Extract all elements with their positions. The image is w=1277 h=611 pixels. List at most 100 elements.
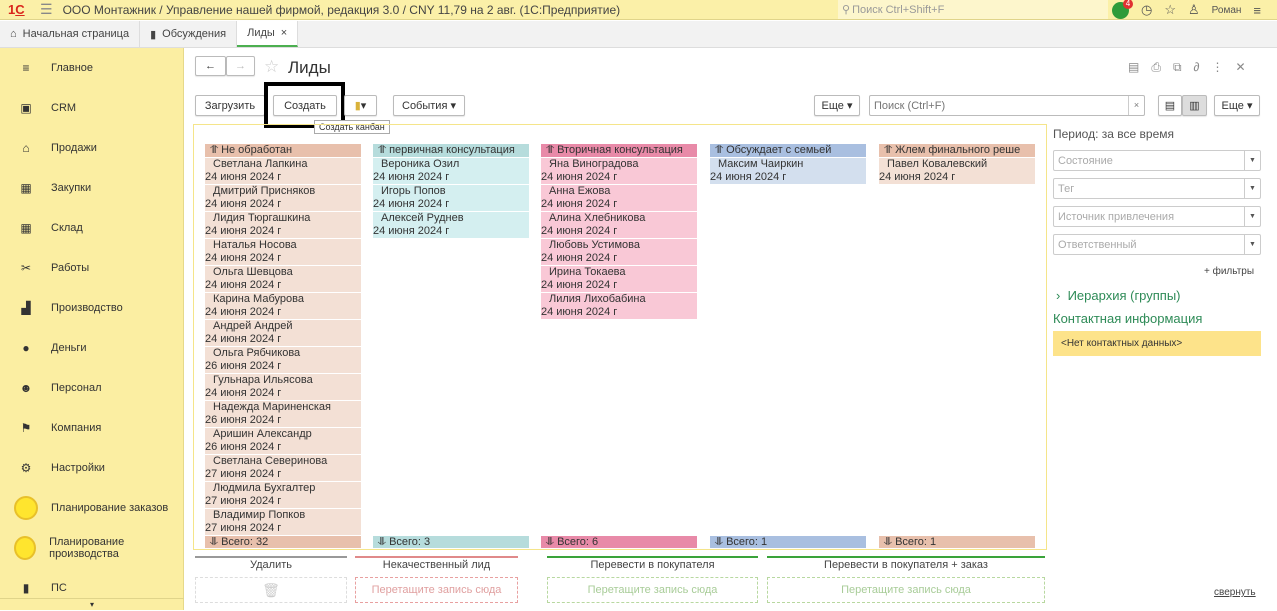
lead-card[interactable]: Павел Ковалевский 24 июня 2024 г — [879, 158, 1035, 184]
filter-field[interactable]: Ответственный ▼ — [1053, 234, 1261, 255]
favorites-star-icon[interactable]: ☆ — [1164, 2, 1176, 18]
lead-card[interactable]: Ольга Рябчикова 26 июня 2024 г — [205, 347, 361, 373]
dropdown-arrow-icon[interactable]: ▼ — [1244, 151, 1260, 170]
clear-search-icon[interactable]: × — [1128, 96, 1144, 115]
favorite-star-icon[interactable]: ☆ — [264, 57, 279, 77]
lead-card[interactable]: Максим Чаиркин 24 июня 2024 г — [710, 158, 866, 184]
sidebar-item[interactable]: ▣ CRM — [0, 88, 183, 128]
tab-home[interactable]: ⌂ Начальная страница — [0, 21, 141, 47]
dropdown-arrow-icon[interactable]: ▼ — [1244, 207, 1260, 226]
history-icon[interactable]: ◷ — [1141, 2, 1152, 18]
lead-card[interactable]: Анна Ежова 24 июня 2024 г — [541, 185, 697, 211]
lead-card[interactable]: Лилия Лихобабина 24 июня 2024 г — [541, 293, 697, 319]
drop-zone[interactable]: Некачественный лид Перетащите запись сюда — [355, 556, 518, 603]
lead-card[interactable]: Ирина Токаева 24 июня 2024 г — [541, 266, 697, 292]
filter-field[interactable]: Состояние ▼ — [1053, 150, 1261, 171]
column-header[interactable]: ⥣ Не обработан — [205, 144, 361, 157]
sidebar-scroll-down[interactable]: ▾ — [0, 598, 184, 610]
link-icon[interactable]: ∂ — [1194, 60, 1200, 75]
create-button[interactable]: Создать — [273, 95, 337, 116]
lead-card[interactable]: Наталья Носова 24 июня 2024 г — [205, 239, 361, 265]
lead-name: Анна Ежова — [549, 185, 611, 197]
user-name[interactable]: Роман — [1212, 5, 1242, 16]
lead-card[interactable]: Гульнара Ильясова 24 июня 2024 г — [205, 374, 361, 400]
lead-card[interactable]: Светлана Лапкина 24 июня 2024 г — [205, 158, 361, 184]
sidebar-item[interactable]: ▦ Закупки — [0, 168, 183, 208]
sidebar-item[interactable]: ⌂ Продажи — [0, 128, 183, 168]
preview-icon[interactable]: ⧉ — [1173, 60, 1182, 75]
report-dropdown-button[interactable]: ▮ ▾ — [344, 95, 377, 116]
events-button[interactable]: События ▾ — [393, 95, 465, 116]
lead-card[interactable]: Лидия Тюргашкина 24 июня 2024 г — [205, 212, 361, 238]
column-header[interactable]: ⥣ Вторичная консультация — [541, 144, 697, 157]
close-tab-icon[interactable]: × — [281, 27, 287, 39]
print-icon[interactable]: ⎙ — [1151, 60, 1161, 75]
more-button[interactable]: Еще ▾ — [814, 95, 860, 116]
back-button[interactable]: ← — [195, 56, 226, 76]
lead-card[interactable]: Игорь Попов 24 июня 2024 г — [373, 185, 529, 211]
filter-field[interactable]: Источник привлечения ▼ — [1053, 206, 1261, 227]
save-icon[interactable]: ▤ — [1128, 60, 1139, 75]
lead-card[interactable]: Аришин Александр 26 июня 2024 г — [205, 428, 361, 454]
dropdown-arrow-icon[interactable]: ▼ — [1244, 179, 1260, 198]
section-icon: ▟ — [21, 301, 31, 315]
sidebar-item[interactable]: Планирование производства — [0, 528, 183, 568]
menu-icon[interactable]: ☰ — [40, 1, 53, 18]
lead-card[interactable]: Алексей Руднев 24 июня 2024 г — [373, 212, 529, 238]
lead-card[interactable]: Надежда Мариненская 26 июня 2024 г — [205, 401, 361, 427]
sidebar-item[interactable]: ⚙ Настройки — [0, 448, 183, 488]
column-header[interactable]: ⥣ Обсуждает с семьей — [710, 144, 866, 157]
sidebar-item[interactable]: ⚑ Компания — [0, 408, 183, 448]
drop-zone[interactable]: Удалить 🗑 — [195, 556, 347, 603]
global-search-input[interactable]: ⚲ Поиск Ctrl+Shift+F — [838, 0, 1108, 19]
lead-card[interactable]: Алина Хлебникова 24 июня 2024 г — [541, 212, 697, 238]
drop-target[interactable]: Перетащите запись сюда — [547, 577, 758, 603]
hierarchy-toggle[interactable]: › Иерархия (группы) — [1056, 288, 1181, 303]
sidebar-item[interactable]: ≡ Главное — [0, 48, 183, 88]
lead-card[interactable]: Ольга Шевцова 24 июня 2024 г — [205, 266, 361, 292]
search-input[interactable] — [870, 99, 1128, 112]
drop-target[interactable]: 🗑 — [195, 577, 347, 603]
drop-zone[interactable]: Перевести в покупателя + заказ Перетащите… — [767, 556, 1045, 603]
lead-card[interactable]: Любовь Устимова 24 июня 2024 г — [541, 239, 697, 265]
close-icon[interactable]: ✕ — [1235, 60, 1245, 75]
list-view-button[interactable]: ▤ — [1158, 95, 1182, 116]
more-vertical-icon[interactable]: ⋮ — [1211, 60, 1223, 75]
user-icon[interactable]: ♙ — [1188, 2, 1200, 18]
load-button[interactable]: Загрузить — [195, 95, 265, 116]
sidebar-item[interactable]: ☻ Персонал — [0, 368, 183, 408]
lead-card[interactable]: Дмитрий Присняков 24 июня 2024 г — [205, 185, 361, 211]
kanban-view-button[interactable]: ▥ — [1182, 95, 1207, 116]
lead-card[interactable]: Людмила Бухгалтер 27 июня 2024 г — [205, 482, 361, 508]
period-filter[interactable]: Период: за все время — [1053, 127, 1174, 141]
tab-leads[interactable]: Лиды × — [237, 21, 299, 47]
sidebar-item[interactable]: ▦ Склад — [0, 208, 183, 248]
sidebar-item[interactable]: ▟ Производство — [0, 288, 183, 328]
forward-button[interactable]: → — [226, 56, 255, 76]
drop-zone[interactable]: Перевести в покупателя Перетащите запись … — [547, 556, 758, 603]
filter-field[interactable]: Тег ▼ — [1053, 178, 1261, 199]
sidebar-item[interactable]: Планирование заказов — [0, 488, 183, 528]
drop-target[interactable]: Перетащите запись сюда — [355, 577, 518, 603]
lead-card[interactable]: Владимир Попков 27 июня 2024 г — [205, 509, 361, 535]
lead-card[interactable]: Светлана Северинова 27 июня 2024 г — [205, 455, 361, 481]
lead-card[interactable]: Андрей Андрей 24 июня 2024 г — [205, 320, 361, 346]
drop-target[interactable]: Перетащите запись сюда — [767, 577, 1045, 603]
lead-date: 24 июня 2024 г — [205, 198, 282, 210]
lead-card[interactable]: Яна Виноградова 24 июня 2024 г — [541, 158, 697, 184]
column-header[interactable]: ⥣ Жлем финального реше — [879, 144, 1035, 157]
more-button-2[interactable]: Еще ▾ — [1214, 95, 1260, 116]
lead-card[interactable]: Вероника Озил 24 июня 2024 г — [373, 158, 529, 184]
search-field[interactable]: × — [869, 95, 1145, 116]
tab-discussions[interactable]: ▮ Обсуждения — [140, 21, 238, 47]
notifications-bell-icon[interactable]: 4 — [1112, 0, 1133, 19]
sidebar-item[interactable]: ● Деньги — [0, 328, 183, 368]
dropdown-arrow-icon[interactable]: ▼ — [1244, 235, 1260, 254]
lead-name: Андрей Андрей — [213, 320, 293, 332]
settings-menu-icon[interactable]: ≡ — [1253, 3, 1261, 18]
collapse-link[interactable]: свернуть — [1214, 587, 1256, 598]
column-header[interactable]: ⥣ первичная консультация — [373, 144, 529, 157]
more-filters-link[interactable]: + фильтры — [1204, 266, 1254, 277]
lead-card[interactable]: Карина Мабурова 24 июня 2024 г — [205, 293, 361, 319]
sidebar-item[interactable]: ✂ Работы — [0, 248, 183, 288]
